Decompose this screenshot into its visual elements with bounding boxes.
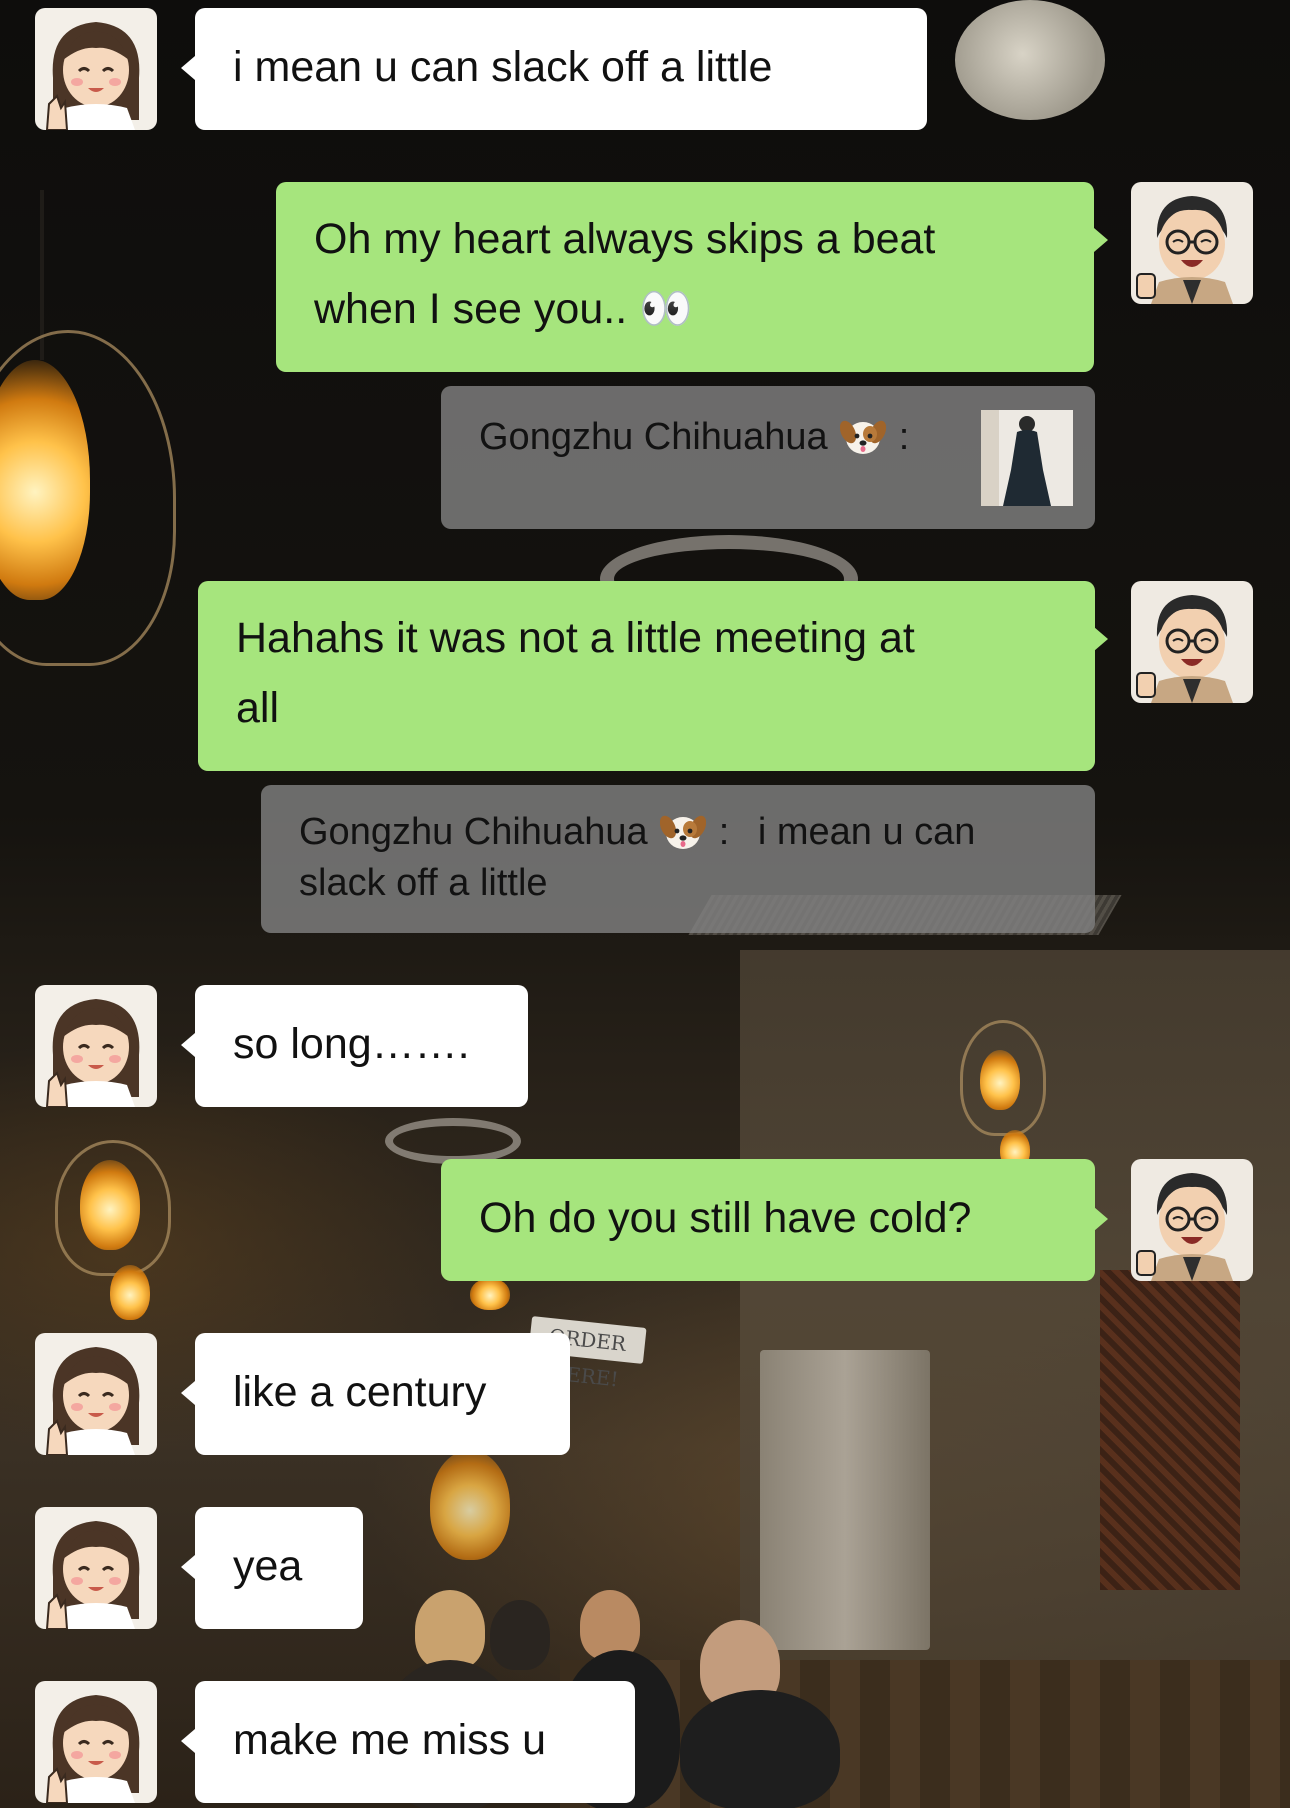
girl-avatar-icon[interactable]: [35, 985, 157, 1107]
bubble-tail: [181, 56, 195, 80]
message-text: like a century: [233, 1368, 487, 1416]
lamp-cage: [55, 1140, 171, 1276]
person-head: [490, 1600, 550, 1670]
quoted-reply[interactable]: Gongzhu Chihuahua : i mean u can slack o…: [261, 785, 1095, 933]
message-bubble-received[interactable]: i mean u can slack off a little: [195, 8, 927, 130]
lamp-bulb: [470, 1278, 510, 1310]
lamp-bulb: [110, 1265, 150, 1320]
girl-avatar-icon[interactable]: [35, 8, 157, 130]
quoted-sender-colon: :: [718, 811, 730, 853]
girl-avatar-icon[interactable]: [35, 1333, 157, 1455]
message-bubble-received[interactable]: yea: [195, 1507, 363, 1629]
message-bubble-sent[interactable]: Hahahs it was not a little meeting at al…: [198, 581, 1095, 771]
dog-face-icon: [840, 416, 887, 456]
message-bubble-sent[interactable]: Oh my heart always skips a beat when I s…: [276, 182, 1094, 372]
message-bubble-received[interactable]: so long…….: [195, 985, 528, 1107]
message-bubble-received[interactable]: like a century: [195, 1333, 570, 1455]
quoted-sender-name: Gongzhu Chihuahua: [299, 811, 648, 853]
quoted-line: Gongzhu Chihuahua : i mean u can: [299, 807, 1057, 858]
girl-avatar-icon[interactable]: [35, 1507, 157, 1629]
boy-avatar-icon[interactable]: [1131, 182, 1253, 304]
lamp-cage: [0, 330, 176, 666]
cabinet: [760, 1350, 930, 1650]
bubble-tail: [1094, 627, 1108, 651]
message-text: make me miss u: [233, 1716, 547, 1764]
lamp-glow: [430, 1450, 510, 1560]
person-body: [680, 1690, 840, 1808]
person-head: [580, 1590, 640, 1660]
quoted-text: slack off a little: [299, 862, 548, 904]
quoted-sender-name: Gongzhu Chihuahua: [479, 416, 828, 458]
smoke-detector: [955, 0, 1105, 120]
quoted-text: i mean u can: [757, 811, 976, 853]
person-head: [415, 1590, 485, 1670]
bubble-tail: [1094, 1207, 1108, 1231]
quoted-reply[interactable]: Gongzhu Chihuahua :: [441, 386, 1095, 529]
bubble-tail: [181, 1381, 195, 1405]
quoted-photo-thumbnail[interactable]: [981, 410, 1073, 506]
message-text-line: Oh my heart always skips a beat: [314, 215, 936, 263]
message-bubble-sent[interactable]: Oh do you still have cold?: [441, 1159, 1095, 1281]
bubble-tail: [181, 1729, 195, 1753]
bubble-tail: [181, 1033, 195, 1057]
message-text: Oh do you still have cold?: [479, 1194, 972, 1242]
dog-face-icon: [660, 811, 707, 851]
bubble-tail: [181, 1555, 195, 1579]
ceiling-light-ring-small: [385, 1118, 521, 1164]
message-text: yea: [233, 1542, 303, 1590]
boy-avatar-icon[interactable]: [1131, 581, 1253, 703]
lamp-cage: [960, 1020, 1046, 1136]
message-text-line: all: [236, 684, 280, 732]
message-text-line: when I see you.. 👀: [314, 285, 693, 333]
message-text-line: Hahahs it was not a little meeting at: [236, 614, 915, 662]
message-bubble-received[interactable]: make me miss u: [195, 1681, 635, 1803]
quoted-sender-colon: :: [898, 416, 910, 458]
boy-avatar-icon[interactable]: [1131, 1159, 1253, 1281]
message-text: so long…….: [233, 1020, 470, 1068]
girl-avatar-icon[interactable]: [35, 1681, 157, 1803]
message-text: i mean u can slack off a little: [233, 43, 773, 91]
carved-panel: [1100, 1270, 1240, 1590]
bubble-tail: [1094, 228, 1108, 252]
